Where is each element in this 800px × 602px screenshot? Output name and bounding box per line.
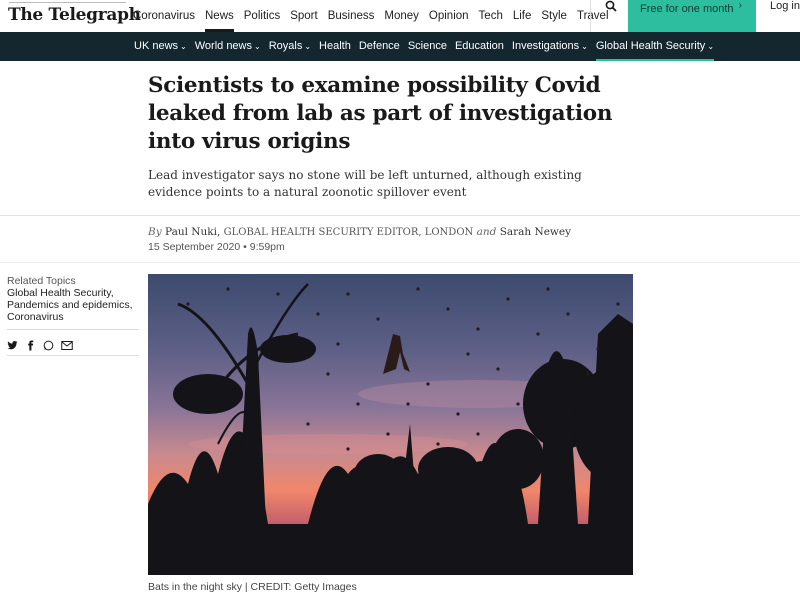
section-investigations[interactable]: Investigations ⌄ xyxy=(508,32,592,61)
article-standfirst: Lead investigator says no stone will be … xyxy=(148,168,582,199)
nav-divider xyxy=(590,0,591,32)
related-topic-link[interactable]: Pandemics and epidemics, xyxy=(7,299,142,311)
top-bar: The Telegraph Coronavirus News Politics … xyxy=(0,0,800,32)
subscribe-button[interactable]: Free for one month › xyxy=(628,0,756,32)
nav-tech[interactable]: Tech xyxy=(474,0,508,32)
section-defence[interactable]: Defence xyxy=(355,32,404,61)
related-topics-title: Related Topics xyxy=(7,275,76,287)
related-divider xyxy=(7,329,139,330)
header-divider xyxy=(0,215,800,216)
article-headline: Scientists to examine possibility Covid … xyxy=(148,73,613,154)
chevron-down-icon: ⌄ xyxy=(254,42,261,51)
login-link[interactable]: Log in xyxy=(770,0,800,12)
section-uk-news[interactable]: UK news ⌄ xyxy=(130,32,191,61)
section-science[interactable]: Science xyxy=(404,32,451,61)
section-global-health-security[interactable]: Global Health Security ⌄ xyxy=(592,32,718,61)
chevron-down-icon: ⌄ xyxy=(180,42,187,51)
byline-divider xyxy=(0,262,800,263)
primary-nav: Coronavirus News Politics Sport Business… xyxy=(128,0,614,32)
nav-sport[interactable]: Sport xyxy=(285,0,323,32)
chevron-down-icon: ⌄ xyxy=(304,42,312,51)
byline-and: and xyxy=(476,226,497,238)
related-topic-link[interactable]: Coronavirus xyxy=(7,311,142,323)
article-image xyxy=(148,274,633,575)
chevron-down-icon: ⌄ xyxy=(707,42,715,51)
section-royals[interactable]: Royals ⌄ xyxy=(265,32,315,61)
nav-life[interactable]: Life xyxy=(508,0,537,32)
search-icon[interactable] xyxy=(602,0,620,18)
chevron-right-icon: › xyxy=(738,0,742,11)
author-role: GLOBAL HEALTH SECURITY EDITOR, LONDON xyxy=(223,227,474,238)
related-topics: Related Topics Global Health Security, P… xyxy=(7,275,142,356)
byline-by: By xyxy=(148,226,162,238)
publish-date: 15 September 2020 • 9:59pm xyxy=(148,241,285,253)
author-link[interactable]: Paul Nuki, xyxy=(165,226,220,238)
related-topic-link[interactable]: Global Health Security, xyxy=(7,287,142,299)
nav-news[interactable]: News xyxy=(200,0,239,32)
logo-rule xyxy=(9,0,126,3)
nav-politics[interactable]: Politics xyxy=(239,0,285,32)
section-world-news[interactable]: World news ⌄ xyxy=(191,32,265,61)
share-bar xyxy=(7,336,142,351)
nav-style[interactable]: Style xyxy=(536,0,572,32)
telegraph-logo[interactable]: The Telegraph xyxy=(8,5,141,25)
chevron-down-icon: ⌄ xyxy=(581,42,588,51)
author-link[interactable]: Sarah Newey xyxy=(500,226,571,238)
twitter-icon[interactable] xyxy=(7,338,18,349)
whatsapp-icon[interactable] xyxy=(43,338,54,350)
section-health[interactable]: Health xyxy=(315,32,355,61)
byline: By Paul Nuki, GLOBAL HEALTH SECURITY EDI… xyxy=(148,226,571,238)
section-education[interactable]: Education xyxy=(451,32,508,61)
nav-business[interactable]: Business xyxy=(323,0,380,32)
nav-money[interactable]: Money xyxy=(379,0,424,32)
email-icon[interactable] xyxy=(61,338,73,350)
nav-opinion[interactable]: Opinion xyxy=(424,0,474,32)
facebook-icon[interactable] xyxy=(25,338,36,351)
subscribe-label: Free for one month xyxy=(640,3,734,15)
image-caption: Bats in the night sky | CREDIT: Getty Im… xyxy=(148,581,357,593)
section-nav: UK news ⌄ World news ⌄ Royals ⌄ Health Defe… xyxy=(0,32,800,61)
nav-coronavirus[interactable]: Coronavirus xyxy=(128,0,200,32)
related-divider xyxy=(7,355,139,356)
